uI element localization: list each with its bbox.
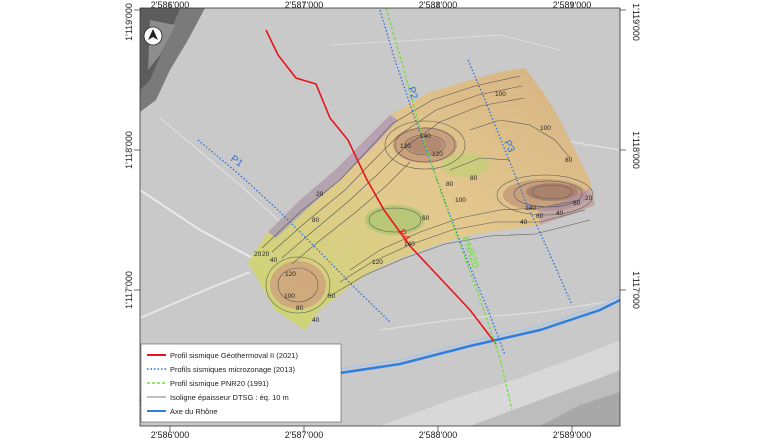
x-tick-bottom-2: 2'587'000: [285, 430, 323, 440]
contour-label: 20: [262, 251, 270, 258]
contour-label: 100: [284, 293, 295, 300]
contour-label: 100: [540, 125, 551, 132]
legend-label-microzonage: Profils sismiques microzonage (2013): [170, 365, 296, 374]
contour-label: 60: [422, 215, 430, 222]
contour-label: 120: [432, 151, 443, 158]
contour-label: 40: [270, 257, 278, 264]
contour-label: 40: [312, 317, 320, 324]
contour-label: 20: [254, 251, 262, 258]
contour-label: 140: [404, 241, 415, 248]
legend-label-isoligne: Isoligne épaisseur DTSG : éq. 10 m: [170, 393, 289, 402]
y-tick-right-3: 1'117'000: [631, 271, 641, 309]
y-tick-left-1: 1'119'000: [124, 3, 134, 41]
contour-label: 80: [446, 181, 454, 188]
contour-label: 120: [400, 143, 411, 150]
y-tick-left-3: 1'117'000: [124, 271, 134, 309]
map-view: 2'586'000 2'587'000 2'588'000 2'589'000 …: [124, 0, 641, 440]
contour-label: 120: [372, 259, 383, 266]
y-tick-right-1: 1'119'000: [631, 3, 641, 41]
contour-label: 140: [525, 205, 536, 212]
contour-label: 60: [328, 293, 336, 300]
x-tick-top-2: 2'587'000: [285, 0, 323, 10]
legend-label-rhone: Axe du Rhône: [170, 407, 218, 416]
contour-label: 40: [520, 219, 528, 226]
x-tick-bottom-1: 2'586'000: [151, 430, 189, 440]
contour-label: 100: [495, 91, 506, 98]
legend: Profil sismique Géothermoval II (2021) P…: [140, 343, 342, 423]
contour-label: 20: [585, 195, 593, 202]
y-tick-left-2: 1'118'000: [124, 131, 134, 169]
contour-label: 140: [420, 133, 431, 140]
contour-label: 120: [285, 271, 296, 278]
x-tick-bottom-4: 2'589'000: [553, 430, 591, 440]
contour-label: 20: [316, 191, 324, 198]
contour-label: 40: [556, 210, 564, 217]
x-tick-top-1: 2'586'000: [151, 0, 189, 10]
contour-label: 60: [573, 200, 581, 207]
legend-label-pnr20: Profil sismique PNR20 (1991): [170, 379, 269, 388]
x-tick-top-3: 2'588'000: [419, 0, 457, 10]
x-tick-bottom-3: 2'588'000: [419, 430, 457, 440]
contour-label: 80: [312, 217, 320, 224]
legend-label-geothermoval: Profil sismique Géothermoval II (2021): [170, 351, 298, 360]
contour-label: 100: [455, 197, 466, 204]
contour-label: 80: [296, 305, 304, 312]
contour-label: 80: [565, 157, 573, 164]
y-tick-right-2: 1'118'000: [631, 131, 641, 169]
north-arrow-icon: [143, 26, 163, 46]
contour-label: 60: [536, 213, 544, 220]
x-tick-top-4: 2'589'000: [553, 0, 591, 10]
contour-label: 80: [470, 175, 478, 182]
